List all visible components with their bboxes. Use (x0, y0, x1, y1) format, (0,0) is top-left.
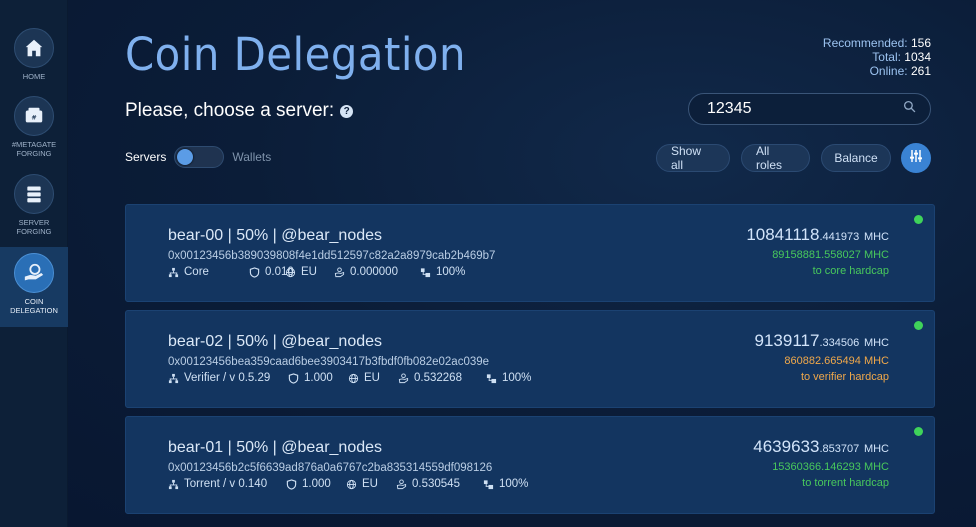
stat-recommended: Recommended: 156 (822, 36, 931, 50)
server-reward: 0.000000 (334, 266, 398, 278)
uptime-icon (420, 267, 431, 277)
page-subtitle: Please, choose a server: ? (125, 100, 354, 122)
server-region: EU (346, 478, 378, 490)
sidebar-item-label: SERVER FORGING (16, 218, 52, 236)
role-icon (168, 373, 179, 383)
search-box[interactable] (688, 93, 931, 125)
delegated-amount: 10841118.441973 MHC (746, 225, 889, 244)
svg-text:#: # (31, 114, 36, 122)
search-icon[interactable] (903, 100, 916, 118)
sidebar-item-server-forging[interactable]: SERVER FORGING (0, 168, 68, 248)
server-name: bear-00 | 50% | @bear_nodes (168, 227, 383, 244)
subtitle-text: Please, choose a server: (125, 100, 335, 121)
remaining-amount: 860882.665494 MHC (784, 355, 889, 367)
online-status-dot (914, 321, 923, 330)
delegated-amount: 4639633.853707 MHC (753, 437, 889, 456)
hand-coin-icon (334, 266, 345, 277)
wallet-icon: # (14, 96, 54, 136)
show-all-button[interactable]: Show all (656, 144, 730, 172)
server-reward: 0.530545 (396, 478, 460, 490)
remaining-amount: 15360366.146293 MHC (772, 461, 889, 473)
server-uptime: 100% (420, 266, 465, 278)
toggle-knob (177, 149, 194, 165)
server-address: 0x00123456bea359caad6bee3903417b3fbdf0fb… (168, 356, 490, 368)
globe-icon (285, 267, 296, 277)
role-icon (168, 479, 179, 489)
filter-bar: Show all All roles Balance (656, 144, 891, 172)
servers-wallets-toggle[interactable] (174, 146, 225, 168)
globe-icon (348, 373, 359, 383)
server-name: bear-02 | 50% | @bear_nodes (168, 333, 383, 350)
hardcap-label: to verifier hardcap (800, 371, 889, 383)
server-stats: Recommended: 156 Total: 1034 Online: 261 (823, 36, 931, 78)
hardcap-label: to core hardcap (812, 265, 889, 277)
shield-icon (288, 372, 299, 384)
server-region: EU (285, 266, 317, 278)
server-role: Torrent / v 0.140 (168, 478, 267, 490)
delegated-amount: 9139117.334506 MHC (754, 331, 889, 350)
server-balance: 4639633.853707 MHC 15360366.146293 MHC t… (753, 437, 889, 491)
uptime-icon (483, 479, 494, 489)
server-name: bear-01 | 50% | @bear_nodes (168, 439, 383, 456)
hand-coin-icon (398, 372, 409, 383)
sidebar-item-coin-delegation[interactable]: COIN DELEGATION (0, 247, 68, 327)
server-card[interactable]: bear-01 | 50% | @bear_nodes 0x00123456b2… (125, 416, 935, 514)
server-address: 0x00123456b2c5f6639ad876a0a6767c2ba83531… (168, 462, 493, 474)
role-icon (168, 267, 179, 277)
sidebar-item-metagate-forging[interactable]: # #METAGATE FORGING (0, 90, 68, 170)
hardcap-label: to torrent hardcap (802, 477, 889, 489)
balance-button[interactable]: Balance (821, 144, 891, 172)
server-icon (14, 174, 54, 214)
server-card[interactable]: bear-02 | 50% | @bear_nodes 0x00123456be… (125, 310, 935, 408)
stat-online: Online: 261 (869, 64, 931, 78)
server-address: 0x00123456b389039808f4e1dd512597c82a2a89… (168, 250, 496, 262)
shield-icon (286, 478, 297, 490)
hand-coin-icon (14, 253, 54, 293)
shield-icon (249, 266, 260, 278)
hand-coin-icon (396, 478, 407, 489)
online-status-dot (914, 215, 923, 224)
search-input[interactable] (707, 100, 903, 118)
remaining-amount: 89158881.558027 MHC (772, 249, 889, 261)
server-fee: 1.000 (286, 478, 331, 490)
server-region: EU (348, 372, 380, 384)
sliders-icon (908, 148, 924, 169)
page-title: Coin Delegation (125, 28, 466, 81)
stat-total: Total: 1034 (872, 50, 931, 64)
all-roles-button[interactable]: All roles (741, 144, 810, 172)
sidebar-item-label: #METAGATE FORGING (11, 140, 57, 158)
toggle-label-servers[interactable]: Servers (125, 150, 166, 164)
server-role: Verifier / v 0.5.29 (168, 372, 270, 384)
servers-wallets-toggle-row: Servers Wallets (125, 146, 271, 168)
server-role: Core (168, 266, 209, 278)
help-icon[interactable]: ? (340, 104, 354, 118)
server-card[interactable]: bear-00 | 50% | @bear_nodes 0x00123456b3… (125, 204, 935, 302)
server-fee: 1.000 (288, 372, 333, 384)
sidebar-item-label: COIN DELEGATION (10, 297, 58, 315)
server-balance: 9139117.334506 MHC 860882.665494 MHC to … (755, 331, 889, 385)
filter-settings-button[interactable] (901, 143, 931, 173)
sidebar: HOME # #METAGATE FORGING SERVER FORGING … (0, 0, 68, 527)
uptime-icon (486, 373, 497, 383)
server-balance: 10841118.441973 MHC 89158881.558027 MHC … (746, 225, 889, 279)
sidebar-item-label: HOME (22, 72, 46, 81)
server-reward: 0.532268 (398, 372, 462, 384)
globe-icon (346, 479, 357, 489)
home-icon (14, 28, 54, 68)
toggle-label-wallets[interactable]: Wallets (232, 150, 271, 164)
online-status-dot (914, 427, 923, 436)
server-uptime: 100% (486, 372, 531, 384)
server-uptime: 100% (483, 478, 528, 490)
